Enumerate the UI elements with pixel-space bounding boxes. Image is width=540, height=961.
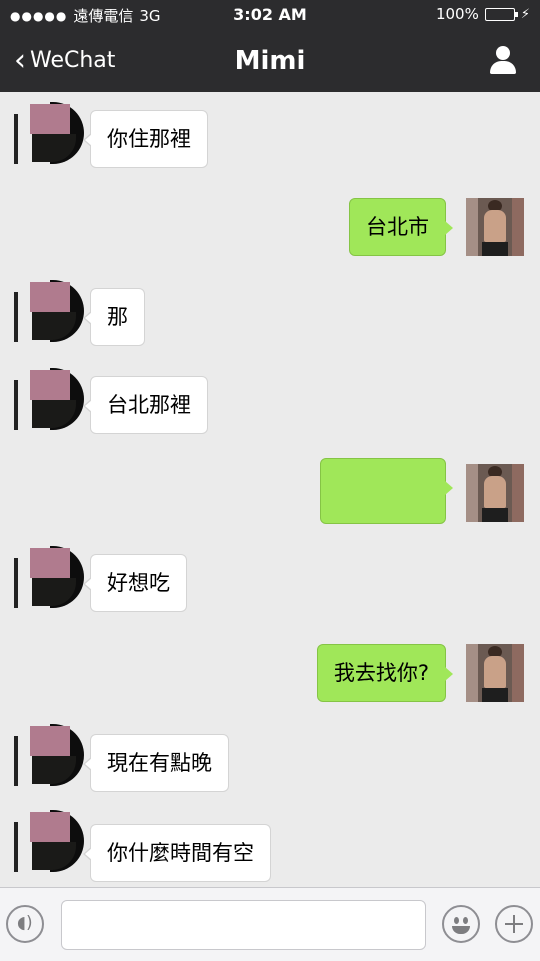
person-icon[interactable] [488,46,518,76]
contact-avatar[interactable] [14,810,84,874]
navigation-bar: ‹ WeChat Mimi [0,42,540,82]
received-message[interactable]: 台北那裡 [83,376,208,434]
contact-avatar[interactable] [14,724,84,788]
my-avatar[interactable] [466,644,524,702]
input-toolbar: ◖) [0,887,540,961]
battery-icon [484,7,518,21]
message-input[interactable] [61,900,426,950]
received-message[interactable]: 你什麼時間有空 [83,824,271,882]
sent-message[interactable] [320,458,453,524]
charging-icon: ⚡ [520,6,530,22]
contact-avatar[interactable] [14,368,84,432]
contact-avatar[interactable] [14,280,84,344]
voice-icon[interactable]: ◖) [6,905,44,943]
plus-icon[interactable] [495,905,533,943]
my-avatar[interactable] [466,464,524,522]
contact-avatar[interactable] [14,102,84,166]
header: ●●●●● 遠傳電信 3G 3:02 AM 100% ⚡ ‹ WeChat Mi… [0,0,540,92]
received-message[interactable]: 好想吃 [83,554,187,612]
my-avatar[interactable] [466,198,524,256]
chat-area[interactable]: 你住那裡 台北市 那 台北那裡 好想吃 我去找你? 現在有點晚 你什麼時間有空 [0,92,540,887]
sent-message[interactable]: 台北市 [349,198,453,256]
received-message[interactable]: 那 [83,288,145,346]
contact-avatar[interactable] [14,546,84,610]
battery-percent: 100% [435,5,479,23]
emoji-icon[interactable] [442,905,480,943]
status-bar: ●●●●● 遠傳電信 3G 3:02 AM 100% ⚡ [0,5,540,27]
chat-title: Mimi [234,46,306,76]
received-message[interactable]: 你住那裡 [83,110,208,168]
sent-message[interactable]: 我去找你? [316,644,454,702]
received-message[interactable]: 現在有點晚 [83,734,229,792]
